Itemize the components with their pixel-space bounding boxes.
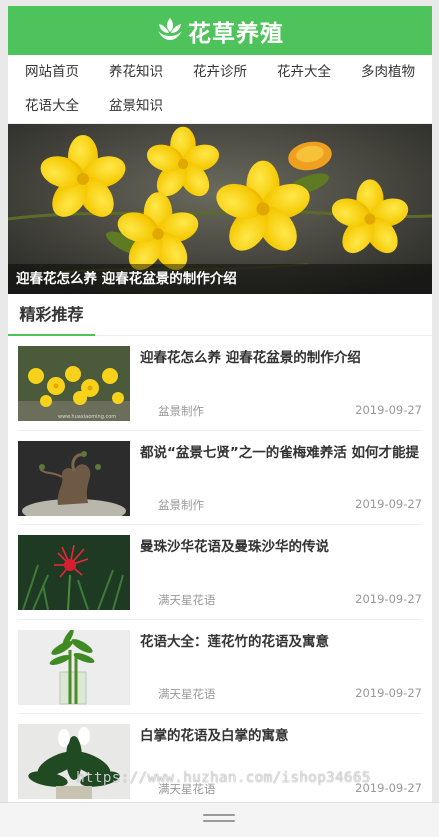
article-category[interactable]: 满天星花语: [140, 592, 216, 608]
article-category[interactable]: 盆景制作: [140, 403, 204, 419]
section-title: 精彩推荐: [8, 298, 95, 336]
site-logo[interactable]: 花草养殖: [156, 14, 284, 48]
article-info: 白掌的花语及白掌的寓意 满天星花语 2019-09-27: [130, 724, 422, 798]
lotus-flower-icon: [156, 16, 184, 46]
drag-handle-line-top[interactable]: [203, 814, 235, 816]
main-nav: 网站首页 养花知识 花卉诊所 花卉大全 多肉植物 花语大全 盆景知识: [8, 55, 432, 124]
article-thumbnail[interactable]: [18, 440, 130, 516]
article-title[interactable]: 花语大全：莲花竹的花语及寓意: [140, 630, 422, 654]
article-meta: 满天星花语 2019-09-27: [140, 592, 422, 608]
page: 花草养殖 网站首页 养花知识 花卉诊所 花卉大全 多肉植物 花语大全 盆景知识: [8, 6, 432, 802]
article-title[interactable]: 都说“盆景七贤”之一的雀梅难养活 如何才能提: [140, 441, 422, 465]
watermark-text: https://www.huzhan.com/ishop34665: [76, 770, 371, 786]
article-info: 曼珠沙华花语及曼珠沙华的传说 满天星花语 2019-09-27: [130, 535, 422, 609]
banner-carousel[interactable]: 迎春花怎么养 迎春花盆景的制作介绍: [8, 124, 432, 294]
article-meta: 满天星花语 2019-09-27: [140, 686, 422, 702]
article-list: www.huaxiaoming.com 迎春花怎么养 迎春花盆景的制作介绍 盆景…: [8, 336, 432, 802]
article-info: 都说“盆景七贤”之一的雀梅难养活 如何才能提 盆景制作 2019-09-27: [130, 441, 422, 515]
site-title: 花草养殖: [188, 19, 284, 47]
nav-item-bonsai[interactable]: 盆景知识: [94, 89, 178, 123]
article-thumbnail[interactable]: [18, 629, 130, 705]
article-meta: 盆景制作 2019-09-27: [140, 403, 422, 419]
article-date: 2019-09-27: [355, 686, 422, 700]
article-item[interactable]: 白掌的花语及白掌的寓意 满天星花语 2019-09-27: [18, 714, 422, 802]
nav-item-flower-language[interactable]: 花语大全: [10, 89, 94, 123]
nav-item-flower-encyclopedia[interactable]: 花卉大全: [262, 55, 346, 89]
nav-item-succulents[interactable]: 多肉植物: [346, 55, 430, 89]
drag-handle-line-bottom[interactable]: [203, 820, 235, 822]
svg-text:www.huaxiaoming.com: www.huaxiaoming.com: [58, 414, 116, 420]
article-meta: 盆景制作 2019-09-27: [140, 497, 422, 513]
article-thumbnail[interactable]: [18, 724, 130, 799]
article-item[interactable]: 都说“盆景七贤”之一的雀梅难养活 如何才能提 盆景制作 2019-09-27: [18, 431, 422, 525]
article-thumbnail[interactable]: www.huaxiaoming.com: [18, 346, 130, 421]
article-category[interactable]: 盆景制作: [140, 497, 204, 513]
article-title[interactable]: 白掌的花语及白掌的寓意: [140, 724, 422, 748]
banner-caption[interactable]: 迎春花怎么养 迎春花盆景的制作介绍: [8, 264, 432, 294]
bottom-bar: [0, 802, 439, 837]
article-thumbnail[interactable]: [18, 535, 130, 610]
article-title[interactable]: 曼珠沙华花语及曼珠沙华的传说: [140, 535, 422, 559]
article-date: 2019-09-27: [355, 497, 422, 511]
recommended-section-header: 精彩推荐: [8, 298, 432, 336]
article-date: 2019-09-27: [355, 591, 422, 606]
article-item[interactable]: www.huaxiaoming.com 迎春花怎么养 迎春花盆景的制作介绍 盆景…: [18, 336, 422, 431]
article-date: 2019-09-27: [355, 402, 422, 417]
article-item[interactable]: 花语大全：莲花竹的花语及寓意 满天星花语 2019-09-27: [18, 620, 422, 714]
article-info: 花语大全：莲花竹的花语及寓意 满天星花语 2019-09-27: [130, 630, 422, 704]
site-header: 花草养殖: [8, 6, 432, 55]
nav-item-flower-care[interactable]: 养花知识: [94, 55, 178, 89]
nav-item-home[interactable]: 网站首页: [10, 55, 94, 89]
article-category[interactable]: 满天星花语: [140, 686, 216, 702]
article-title[interactable]: 迎春花怎么养 迎春花盆景的制作介绍: [140, 346, 422, 370]
article-info: 迎春花怎么养 迎春花盆景的制作介绍 盆景制作 2019-09-27: [130, 346, 422, 420]
nav-item-flower-clinic[interactable]: 花卉诊所: [178, 55, 262, 89]
article-item[interactable]: 曼珠沙华花语及曼珠沙华的传说 满天星花语 2019-09-27: [18, 525, 422, 620]
